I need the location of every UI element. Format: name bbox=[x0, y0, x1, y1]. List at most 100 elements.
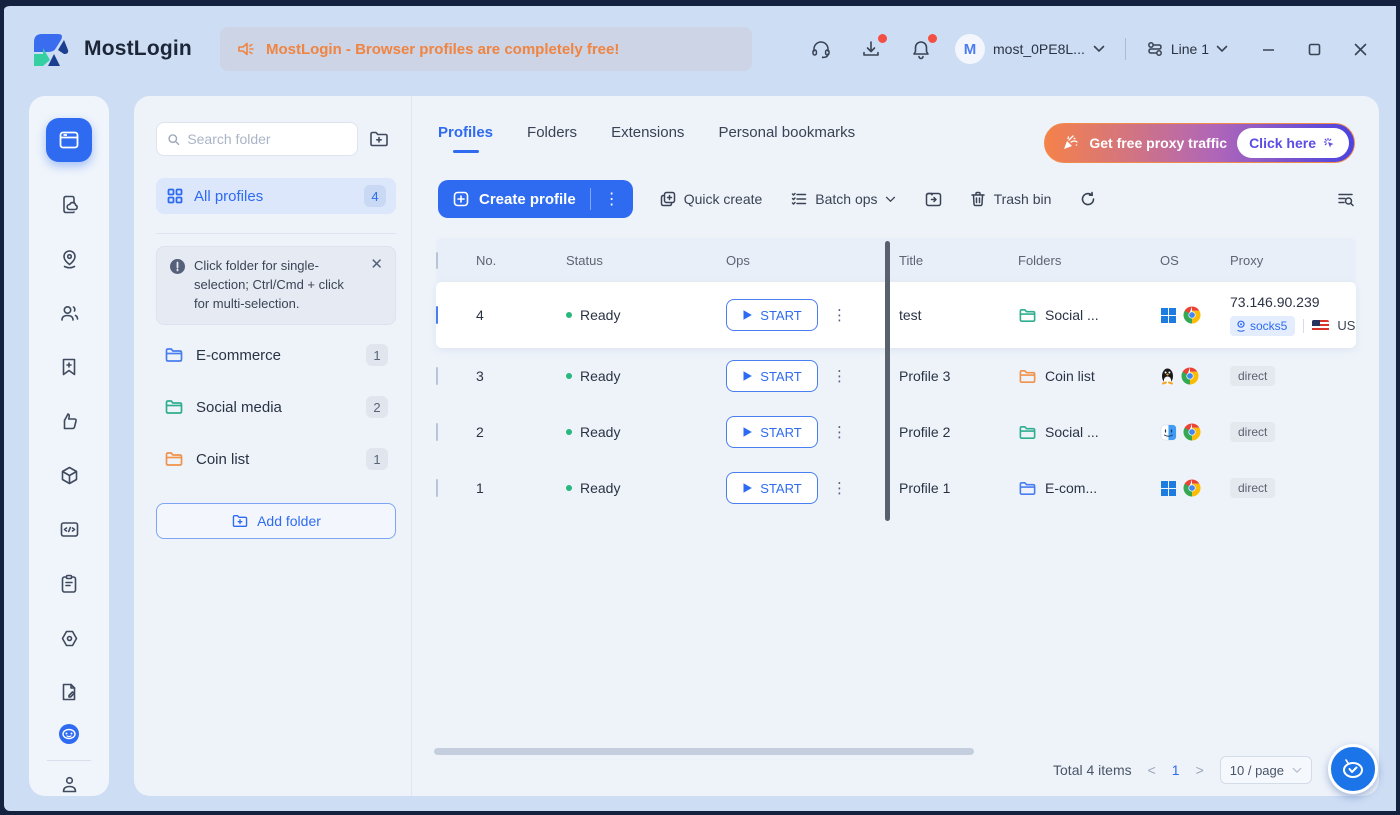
horizontal-scrollbar[interactable] bbox=[434, 748, 974, 755]
sidebar-item-api[interactable] bbox=[57, 518, 81, 541]
start-button[interactable]: START bbox=[726, 416, 818, 448]
sidebar-item-all-profiles[interactable]: All profiles 4 bbox=[156, 178, 396, 214]
trash-bin-button[interactable]: Trash bin bbox=[969, 190, 1052, 208]
folder-item-coin-list[interactable]: Coin list 1 bbox=[156, 443, 396, 475]
maximize-button[interactable] bbox=[1306, 41, 1322, 57]
proxy-badge: direct bbox=[1230, 366, 1275, 386]
select-all-checkbox[interactable] bbox=[436, 252, 438, 269]
create-profile-more-icon[interactable]: ⋮ bbox=[591, 189, 633, 209]
assistant-fab[interactable] bbox=[1328, 744, 1378, 794]
row-more-icon[interactable]: ⋮ bbox=[832, 367, 847, 385]
tab-personal-bookmarks[interactable]: Personal bookmarks bbox=[718, 124, 855, 153]
row-checkbox[interactable] bbox=[436, 479, 438, 497]
tab-folders[interactable]: Folders bbox=[527, 124, 577, 153]
folders-sidebar: All profiles 4 Click folder for single-s… bbox=[134, 96, 412, 796]
frozen-column-scrollbar[interactable] bbox=[885, 241, 890, 521]
sidebar-item-robot-chat[interactable] bbox=[57, 722, 81, 746]
download-icon[interactable] bbox=[859, 37, 883, 61]
start-label: START bbox=[760, 481, 801, 496]
table-row[interactable]: 2 Ready START ⋮ Profile 2 S bbox=[436, 404, 1356, 460]
sidebar-item-cloud-phone[interactable] bbox=[57, 193, 81, 216]
tab-bar: Profiles Folders Extensions Personal boo… bbox=[438, 124, 855, 153]
quick-create-label: Quick create bbox=[684, 191, 763, 207]
folder-search-input[interactable] bbox=[187, 131, 347, 147]
all-profiles-label: All profiles bbox=[194, 188, 354, 205]
start-button[interactable]: START bbox=[726, 360, 818, 392]
all-profiles-count: 4 bbox=[364, 185, 386, 207]
account-menu[interactable]: M most_0PE8L... bbox=[955, 34, 1105, 64]
mostlogin-logo-icon bbox=[28, 26, 74, 72]
page-size-value: 10 / page bbox=[1230, 763, 1284, 778]
chrome-icon bbox=[1183, 479, 1201, 497]
row-folder: Social ... bbox=[1045, 307, 1099, 323]
sidebar-item-account[interactable] bbox=[57, 773, 81, 796]
minimize-button[interactable] bbox=[1260, 41, 1276, 57]
sidebar-item-settings[interactable] bbox=[57, 627, 81, 650]
search-list-icon[interactable] bbox=[1336, 190, 1355, 209]
table-row[interactable]: 4 Ready START ⋮ test Social bbox=[436, 282, 1356, 348]
add-folder-button[interactable]: Add folder bbox=[156, 503, 396, 539]
sidebar-item-team[interactable] bbox=[57, 302, 81, 325]
chevron-down-icon bbox=[885, 196, 896, 203]
page-number[interactable]: 1 bbox=[1172, 762, 1180, 778]
promo-click-here-button[interactable]: Click here bbox=[1237, 128, 1349, 158]
folder-item-social-media[interactable]: Social media 2 bbox=[156, 391, 396, 423]
headset-icon[interactable] bbox=[809, 37, 833, 61]
sidebar-item-likes[interactable] bbox=[57, 410, 81, 433]
trash-bin-label: Trash bin bbox=[994, 191, 1052, 207]
avatar: M bbox=[955, 34, 985, 64]
close-icon[interactable]: ✕ bbox=[370, 257, 383, 314]
start-label: START bbox=[760, 369, 801, 384]
trash-icon bbox=[969, 190, 987, 208]
row-checkbox[interactable] bbox=[436, 367, 438, 385]
move-to-folder-icon[interactable] bbox=[924, 190, 943, 209]
bell-icon[interactable] bbox=[909, 37, 933, 61]
pagination: Total 4 items < 1 > 10 / page bbox=[1053, 756, 1345, 784]
col-status: Status bbox=[566, 253, 726, 268]
sidebar-item-logs[interactable] bbox=[57, 572, 81, 595]
add-folder-icon[interactable] bbox=[368, 128, 390, 150]
start-button[interactable]: START bbox=[726, 299, 818, 331]
macos-icon bbox=[1160, 424, 1177, 441]
prev-page-button[interactable]: < bbox=[1148, 762, 1156, 778]
app-window: MostLogin MostLogin - Browser profiles a… bbox=[0, 0, 1400, 815]
row-more-icon[interactable]: ⋮ bbox=[832, 423, 847, 441]
col-folders: Folders bbox=[1018, 253, 1160, 268]
profile-table: 4 Ready START ⋮ test Social bbox=[436, 282, 1356, 516]
folder-search[interactable] bbox=[156, 122, 358, 156]
click-icon bbox=[1322, 136, 1337, 151]
sidebar-item-bookmarks[interactable] bbox=[57, 356, 81, 379]
start-button[interactable]: START bbox=[726, 472, 818, 504]
row-title: test bbox=[899, 307, 1018, 323]
folder-count: 2 bbox=[366, 396, 388, 418]
table-row[interactable]: 1 Ready START ⋮ Profile 1 E bbox=[436, 460, 1356, 516]
main-panel: All profiles 4 Click folder for single-s… bbox=[134, 96, 1379, 796]
batch-ops-button[interactable]: Batch ops bbox=[790, 190, 895, 208]
sidebar-item-packages[interactable] bbox=[57, 464, 81, 487]
folder-item-ecommerce[interactable]: E-commerce 1 bbox=[156, 339, 396, 371]
proxy-badge: direct bbox=[1230, 478, 1275, 498]
tab-extensions[interactable]: Extensions bbox=[611, 124, 684, 153]
tab-profiles[interactable]: Profiles bbox=[438, 124, 493, 153]
line-selector[interactable]: Line 1 bbox=[1146, 40, 1228, 58]
sidebar-item-docs[interactable] bbox=[57, 681, 81, 704]
free-proxy-promo[interactable]: Get free proxy traffic Click here bbox=[1044, 123, 1355, 163]
sidebar-item-browser-profiles[interactable] bbox=[46, 118, 92, 162]
create-profile-button[interactable]: Create profile ⋮ bbox=[438, 180, 633, 218]
divider bbox=[1125, 38, 1126, 60]
sidebar-item-locations[interactable] bbox=[57, 248, 81, 271]
next-page-button[interactable]: > bbox=[1196, 762, 1204, 778]
table-row[interactable]: 3 Ready START ⋮ Profile 3 C bbox=[436, 348, 1356, 404]
close-button[interactable] bbox=[1352, 41, 1368, 57]
play-icon bbox=[742, 426, 753, 438]
row-folder: Coin list bbox=[1045, 368, 1095, 384]
quick-create-button[interactable]: Quick create bbox=[659, 190, 763, 208]
app-name: MostLogin bbox=[84, 37, 192, 61]
row-more-icon[interactable]: ⋮ bbox=[832, 306, 847, 324]
titlebar: MostLogin MostLogin - Browser profiles a… bbox=[4, 6, 1396, 92]
row-checkbox[interactable] bbox=[436, 306, 438, 324]
refresh-icon[interactable] bbox=[1079, 190, 1097, 208]
page-size-select[interactable]: 10 / page bbox=[1220, 756, 1312, 784]
row-checkbox[interactable] bbox=[436, 423, 438, 441]
row-more-icon[interactable]: ⋮ bbox=[832, 479, 847, 497]
